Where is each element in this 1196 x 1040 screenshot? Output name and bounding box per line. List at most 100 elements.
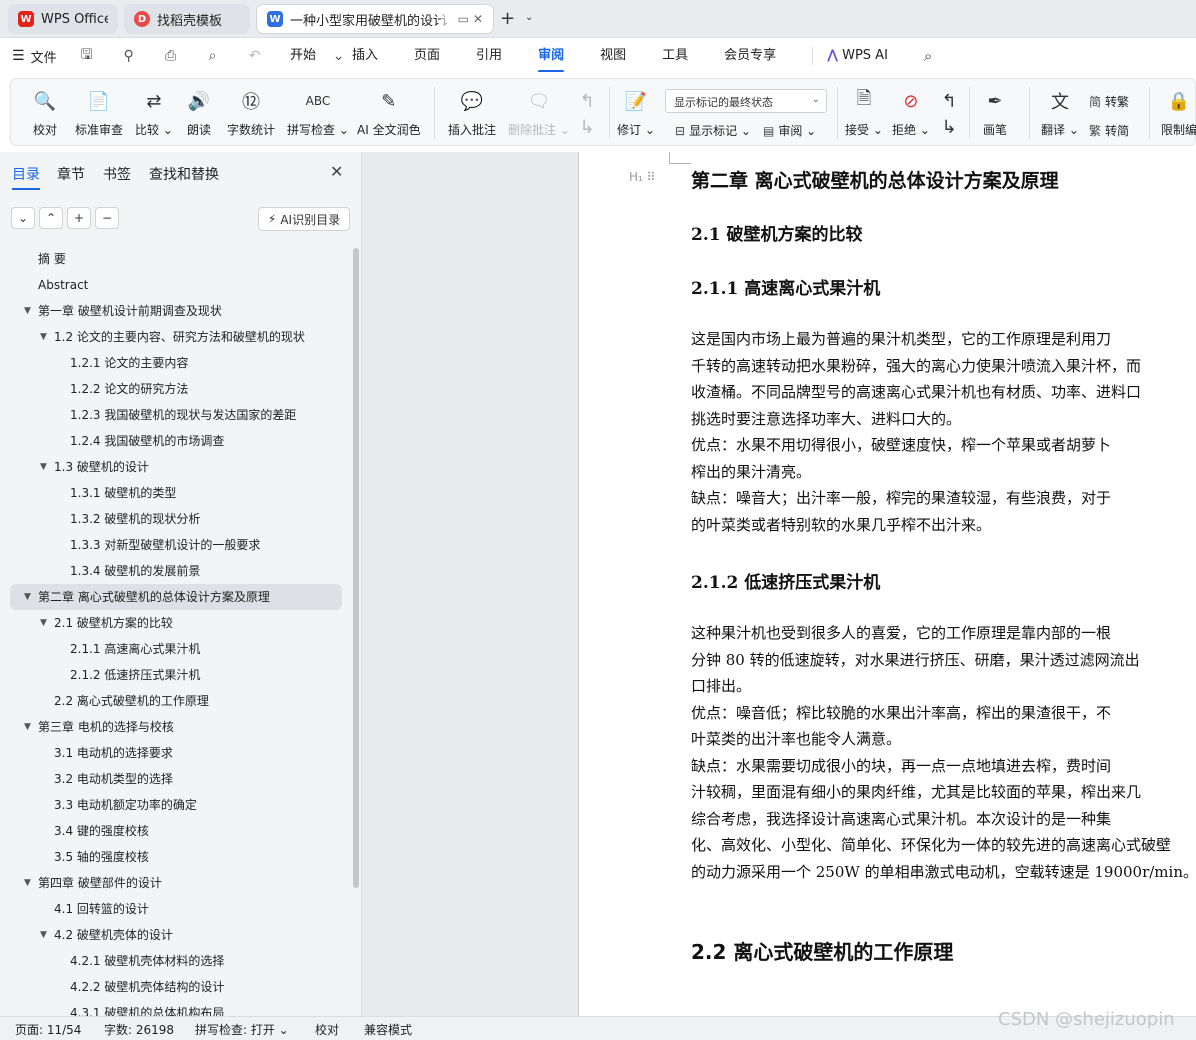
- expand-arrow-icon[interactable]: ▼: [24, 584, 31, 610]
- menu-page[interactable]: 页面: [414, 38, 440, 74]
- toc-item[interactable]: 4.2.1 破壁机壳体材料的选择: [0, 948, 352, 974]
- screen-icon[interactable]: ▭: [458, 12, 469, 26]
- expand-arrow-icon[interactable]: ▼: [40, 454, 47, 480]
- proofread-button[interactable]: 🔍 校对: [31, 87, 59, 138]
- toc-item[interactable]: ▼ 1.2 论文的主要内容、研究方法和破壁机的现状: [0, 324, 352, 350]
- toc-item[interactable]: ▼ 第二章 离心式破壁机的总体设计方案及原理: [10, 584, 342, 610]
- prev-comment-button[interactable]: ↰: [573, 87, 601, 115]
- menu-home[interactable]: 开始: [290, 38, 316, 74]
- toc-item[interactable]: 4.3.1 破壁机的总体机构布局: [0, 1000, 352, 1016]
- compare-button[interactable]: ⇄ 比较 ⌄: [135, 87, 173, 138]
- ai-polish-button[interactable]: ✎ AI 全文润色: [357, 87, 421, 138]
- search-icon[interactable]: ⌕: [924, 47, 932, 65]
- track-changes-button[interactable]: 📝 修订 ⌄: [617, 87, 655, 138]
- expand-arrow-icon[interactable]: ▼: [40, 610, 47, 636]
- word-count-indicator[interactable]: 字数: 26198: [104, 1021, 174, 1038]
- spell-check-status[interactable]: 拼写检查: 打开 ⌄: [195, 1021, 289, 1038]
- prev-change-button[interactable]: ↰: [935, 87, 963, 115]
- toc-item[interactable]: ▼ 第四章 破壁部件的设计: [0, 870, 352, 896]
- toc-item[interactable]: 1.3.1 破壁机的类型: [0, 480, 352, 506]
- page-indicator[interactable]: 页面: 11/54: [15, 1021, 81, 1038]
- toc-item[interactable]: 3.1 电动机的选择要求: [0, 740, 352, 766]
- expand-icon[interactable]: ⌃: [39, 207, 63, 229]
- tab-document[interactable]: W 一种小型家用破壁机的设计 讠 ▭ ✕: [256, 4, 494, 34]
- toc-item[interactable]: 3.5 轴的强度校核: [0, 844, 352, 870]
- review-pane-button[interactable]: ▤ 审阅 ⌄: [763, 122, 816, 139]
- toc-item[interactable]: 1.2.2 论文的研究方法: [0, 376, 352, 402]
- toc-item[interactable]: 2.1.1 高速离心式果汁机: [0, 636, 352, 662]
- toc-item[interactable]: 3.3 电动机额定功率的确定: [0, 792, 352, 818]
- expand-arrow-icon[interactable]: ▼: [24, 714, 31, 740]
- toc-item[interactable]: 1.3.3 对新型破壁机设计的一般要求: [0, 532, 352, 558]
- reject-button[interactable]: ⊘ 拒绝 ⌄: [892, 87, 930, 138]
- menu-references[interactable]: 引用: [476, 38, 502, 74]
- toc-item[interactable]: 摘 要: [0, 246, 352, 272]
- next-comment-button[interactable]: ↳: [573, 113, 601, 141]
- close-icon[interactable]: ✕: [330, 162, 343, 181]
- word-count-button[interactable]: ⑫ 字数统计: [227, 87, 275, 138]
- undo-icon[interactable]: ↶: [243, 48, 267, 64]
- tab-template-store[interactable]: D 找稻壳模板: [124, 4, 250, 34]
- heading-drag-handle-icon[interactable]: H₁ ⠿: [629, 170, 655, 184]
- toc-item[interactable]: 1.2.1 论文的主要内容: [0, 350, 352, 376]
- menu-wps-ai[interactable]: ⋀ WPS AI: [827, 38, 888, 74]
- toc-item[interactable]: ▼ 第一章 破壁机设计前期调查及现状: [0, 298, 352, 324]
- proofread-status[interactable]: 校对: [315, 1021, 339, 1038]
- toc-item[interactable]: 1.3.2 破壁机的现状分析: [0, 506, 352, 532]
- menu-member[interactable]: 会员专享: [724, 38, 776, 74]
- collapse-icon[interactable]: ⌄: [11, 207, 35, 229]
- show-markup-button[interactable]: ⊟ 显示标记 ⌄: [675, 122, 751, 139]
- translate-button[interactable]: 文翻译 ⌄: [1041, 87, 1079, 138]
- to-traditional-button[interactable]: 简转繁: [1089, 93, 1129, 110]
- expand-arrow-icon[interactable]: ▼: [40, 922, 47, 948]
- toc-item[interactable]: ▼ 4.2 破壁机壳体的设计: [0, 922, 352, 948]
- markup-display-select[interactable]: 显示标记的最终状态 ⌄: [665, 89, 827, 113]
- toc-item[interactable]: 2.2 离心式破壁机的工作原理: [0, 688, 352, 714]
- nav-tab-bookmarks[interactable]: 书签: [103, 164, 131, 184]
- menu-insert[interactable]: 插入: [352, 38, 378, 74]
- toc-item[interactable]: ▼ 1.3 破壁机的设计: [0, 454, 352, 480]
- read-aloud-button[interactable]: 🔊 朗读: [185, 87, 213, 138]
- print-icon[interactable]: ⎙: [159, 48, 183, 64]
- menu-review[interactable]: 审阅: [538, 38, 565, 74]
- insert-comment-button[interactable]: 💬 插入批注: [448, 87, 496, 138]
- toc-item[interactable]: 4.2.2 破壁机壳体结构的设计: [0, 974, 352, 1000]
- toc-scrollbar[interactable]: [353, 248, 359, 888]
- toc-item[interactable]: 1.2.4 我国破壁机的市场调查: [0, 428, 352, 454]
- expand-arrow-icon[interactable]: ▼: [40, 324, 47, 350]
- toc-item[interactable]: Abstract: [0, 272, 352, 298]
- share-icon[interactable]: ⚲: [117, 48, 141, 64]
- toc-item[interactable]: 1.2.3 我国破壁机的现状与发达国家的差距: [0, 402, 352, 428]
- pen-button[interactable]: ✒ 画笔: [981, 87, 1009, 138]
- delete-comment-button[interactable]: 🗨 删除批注 ⌄: [508, 87, 570, 138]
- next-change-button[interactable]: ↳: [935, 113, 963, 141]
- menu-view[interactable]: 视图: [600, 38, 626, 74]
- expand-arrow-icon[interactable]: ▼: [24, 870, 31, 896]
- remove-heading-icon[interactable]: −: [95, 207, 119, 229]
- save-icon[interactable]: 🖫: [75, 44, 99, 68]
- toc-item[interactable]: 3.4 键的强度校核: [0, 818, 352, 844]
- chevron-down-icon[interactable]: ⌄: [525, 12, 533, 23]
- menu-tools[interactable]: 工具: [662, 38, 688, 74]
- toc-item[interactable]: 3.2 电动机类型的选择: [0, 766, 352, 792]
- to-simplified-button[interactable]: 繁转简: [1089, 122, 1129, 139]
- nav-tab-find-replace[interactable]: 查找和替换: [149, 164, 219, 184]
- file-menu[interactable]: 文件: [31, 47, 57, 66]
- print-preview-icon[interactable]: ⌕: [201, 48, 225, 64]
- expand-arrow-icon[interactable]: ▼: [24, 298, 31, 324]
- close-tab-icon[interactable]: ✕: [473, 12, 483, 26]
- toc-item[interactable]: 1.3.4 破壁机的发展前景: [0, 558, 352, 584]
- accept-button[interactable]: 🗎 接受 ⌄: [845, 87, 883, 138]
- toc-item[interactable]: ▼ 2.1 破壁机方案的比较: [0, 610, 352, 636]
- ai-detect-toc-button[interactable]: ⚡ AI识别目录: [258, 207, 350, 231]
- standard-review-button[interactable]: 📄 标准审查: [75, 87, 123, 138]
- toc-item[interactable]: 4.1 回转篮的设计: [0, 896, 352, 922]
- document-page[interactable]: H₁ ⠿ 第二章 离心式破壁机的总体设计方案及原理 2.1 破壁机方案的比较 2…: [579, 152, 1196, 1016]
- toc-item[interactable]: ▼ 第三章 电机的选择与校核: [0, 714, 352, 740]
- tab-wps-office[interactable]: W WPS Office: [8, 4, 118, 34]
- nav-tab-chapters[interactable]: 章节: [57, 164, 85, 184]
- hamburger-icon[interactable]: ☰: [12, 48, 25, 64]
- new-tab-icon[interactable]: +: [500, 8, 515, 29]
- spell-check-button[interactable]: ABC 拼写检查 ⌄: [287, 87, 349, 138]
- restrict-editing-button[interactable]: 🔒 限制编: [1161, 87, 1196, 138]
